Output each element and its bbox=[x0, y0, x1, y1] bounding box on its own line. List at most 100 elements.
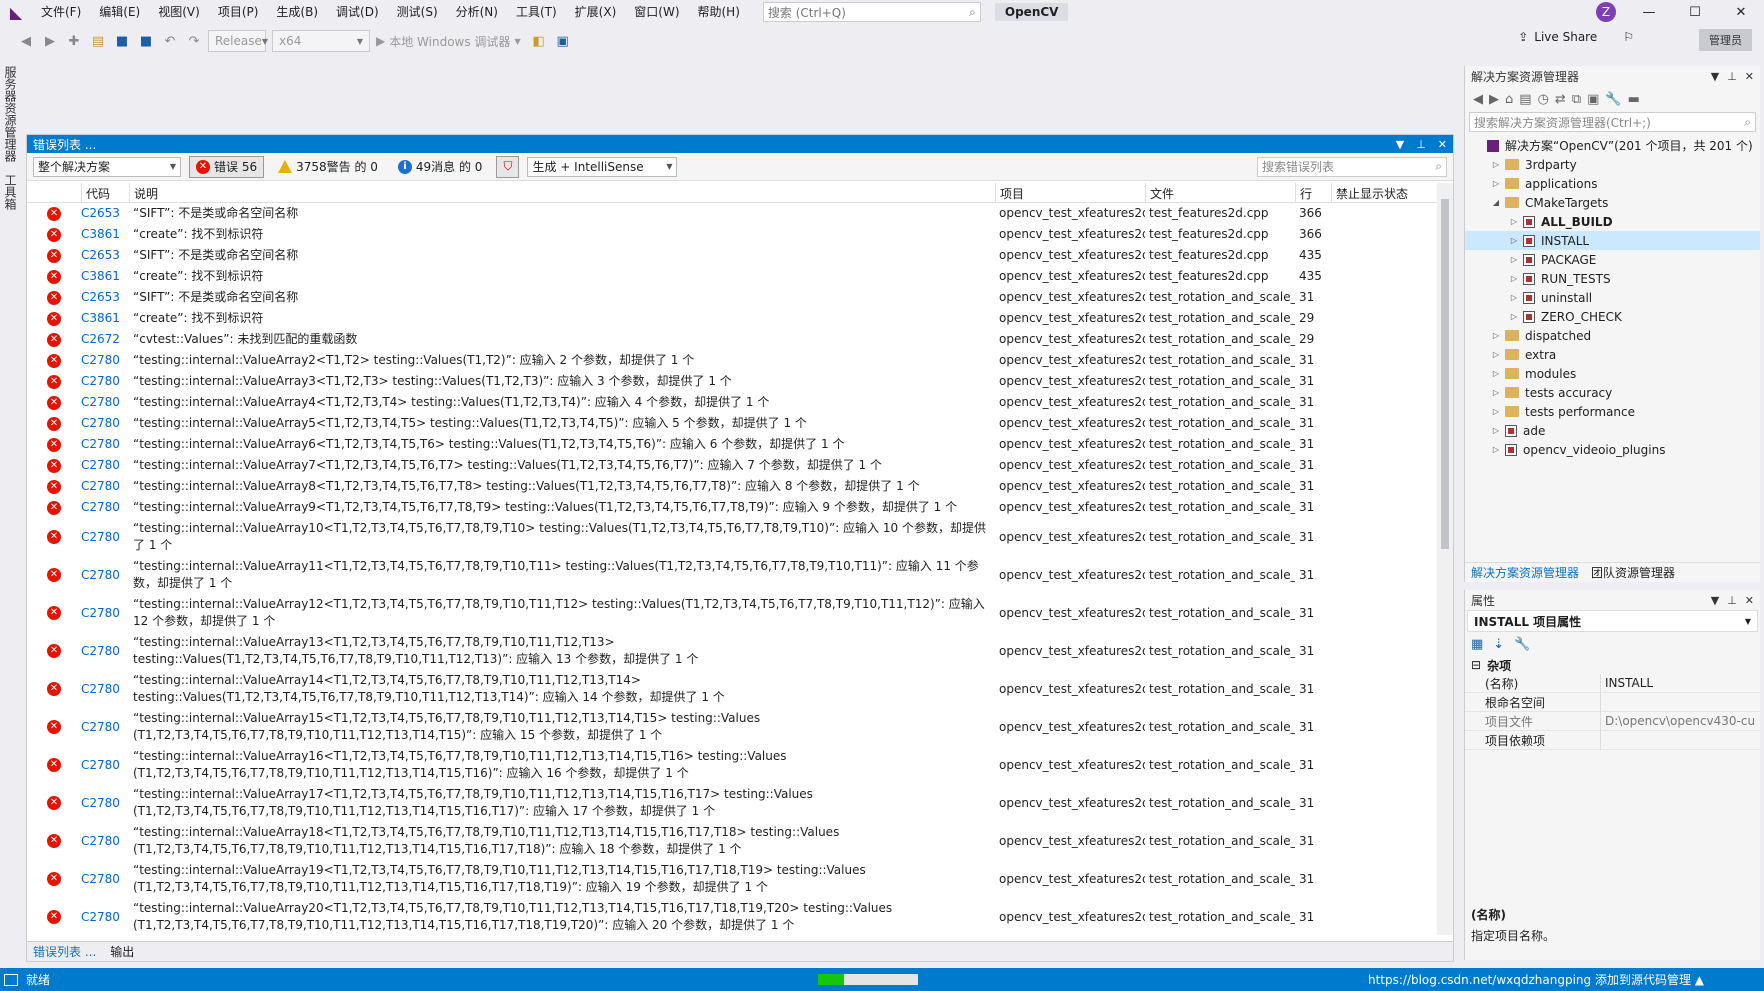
feedback-icon[interactable]: ⚐ bbox=[1623, 30, 1634, 44]
error-code-link[interactable]: C3861 bbox=[81, 266, 129, 287]
table-row[interactable]: ✕ C2780 “testing::internal::ValueArray17<T… bbox=[27, 784, 1439, 822]
expand-arrow-icon[interactable]: ▷ bbox=[1489, 350, 1503, 359]
col-project-header[interactable]: 项目 bbox=[995, 183, 1145, 202]
tree-node[interactable]: ◢ CMakeTargets bbox=[1465, 193, 1760, 212]
close-panel-icon[interactable]: ✕ bbox=[1745, 70, 1754, 83]
start-debugging-button[interactable]: ▶ 本地 Windows 调试器 ▼ bbox=[376, 33, 521, 50]
table-row[interactable]: ✕ C2780 “testing::internal::ValueArray6<T1… bbox=[27, 434, 1439, 455]
save-icon[interactable]: ■ bbox=[112, 31, 132, 51]
tree-node[interactable]: ▷ ade bbox=[1465, 421, 1760, 440]
table-row[interactable]: ✕ C2653 “SIFT”: 不是类或命名空间名称 opencv_test_xfea… bbox=[27, 203, 1439, 224]
error-code-link[interactable]: C2653 bbox=[81, 287, 129, 308]
tab-solution-explorer[interactable]: 解决方案资源管理器 bbox=[1471, 564, 1579, 581]
error-code-link[interactable]: C2780 bbox=[81, 860, 129, 898]
warnings-filter-toggle[interactable]: 3758警告 的 0 bbox=[272, 156, 384, 178]
error-code-link[interactable]: C2780 bbox=[81, 455, 129, 476]
col-desc-header[interactable]: 说明 bbox=[129, 183, 995, 202]
error-code-link[interactable]: C2780 bbox=[81, 822, 129, 860]
error-code-link[interactable]: C2780 bbox=[81, 594, 129, 632]
table-row[interactable]: ✕ C2780 “testing::internal::ValueArray5<T1… bbox=[27, 413, 1439, 434]
tab-error-list[interactable]: 错误列表 ... bbox=[33, 943, 96, 960]
sync-icon[interactable]: ⇄ bbox=[1555, 92, 1566, 107]
source-select[interactable]: 生成 + IntelliSense ▼ bbox=[527, 156, 678, 177]
table-row[interactable]: ✕ C2780 “testing::internal::ValueArray16<T… bbox=[27, 746, 1439, 784]
error-code-link[interactable]: C2780 bbox=[81, 556, 129, 594]
tree-node[interactable]: ▷ uninstall bbox=[1465, 288, 1760, 307]
error-code-link[interactable]: C2780 bbox=[81, 708, 129, 746]
error-code-link[interactable]: C2780 bbox=[81, 632, 129, 670]
tab-output[interactable]: 输出 bbox=[110, 943, 134, 960]
table-row[interactable]: ✕ C2780 “testing::internal::ValueArray15<T… bbox=[27, 708, 1439, 746]
preview-icon[interactable]: ▬ bbox=[1628, 92, 1640, 107]
table-row[interactable]: ✕ C2780 “testing::internal::ValueArray19<T… bbox=[27, 860, 1439, 898]
table-row[interactable]: ✕ C2780 “testing::internal::ValueArray14<T… bbox=[27, 670, 1439, 708]
expand-arrow-icon[interactable]: ▷ bbox=[1507, 293, 1521, 302]
property-value[interactable] bbox=[1601, 731, 1760, 750]
col-code-header[interactable]: 代码 bbox=[81, 183, 129, 202]
history-icon[interactable]: ◷ bbox=[1538, 92, 1549, 107]
property-value[interactable]: D:\opencv\opencv430-cu bbox=[1601, 712, 1760, 731]
quick-search-input[interactable]: 搜索 (Ctrl+Q) ⌕ bbox=[762, 2, 981, 22]
property-row[interactable]: (名称) INSTALL bbox=[1465, 674, 1760, 693]
error-code-link[interactable]: C2780 bbox=[81, 371, 129, 392]
table-row[interactable]: ✕ C3861 “create”: 找不到标识符 opencv_test_xfeatu… bbox=[27, 308, 1439, 329]
undo-icon[interactable]: ↶ bbox=[160, 31, 180, 51]
table-row[interactable]: ✕ C2780 “testing::internal::ValueArray11<T… bbox=[27, 556, 1439, 594]
table-row[interactable]: ✕ C2780 “testing::internal::ValueArray7<T1… bbox=[27, 455, 1439, 476]
scrollbar-thumb[interactable] bbox=[1441, 199, 1449, 549]
expand-arrow-icon[interactable]: ◢ bbox=[1489, 198, 1503, 207]
col-line-header[interactable]: 行 bbox=[1295, 183, 1331, 202]
server-explorer-tab[interactable]: 服务器资源管理器 bbox=[0, 60, 21, 168]
expand-arrow-icon[interactable]: ▷ bbox=[1507, 312, 1521, 321]
scope-select[interactable]: 整个解决方案 ▼ bbox=[33, 156, 181, 177]
error-code-link[interactable]: C2780 bbox=[81, 898, 129, 935]
back-icon[interactable]: ◀ bbox=[1473, 92, 1483, 107]
menu-item[interactable]: 窗口(W) bbox=[625, 0, 688, 24]
error-code-link[interactable]: C2780 bbox=[81, 392, 129, 413]
back-icon[interactable]: ◀ bbox=[16, 31, 36, 51]
error-code-link[interactable]: C2780 bbox=[81, 476, 129, 497]
source-control-status[interactable]: https://blog.csdn.net/wxqdzhangping 添加到源… bbox=[1368, 971, 1704, 988]
error-code-link[interactable]: C3861 bbox=[81, 224, 129, 245]
maximize-icon[interactable]: ☐ bbox=[1672, 5, 1718, 20]
close-panel-icon[interactable]: ✕ bbox=[1745, 594, 1754, 607]
tree-node[interactable]: ▷ 3rdparty bbox=[1465, 155, 1760, 174]
alphabetical-icon[interactable]: ⇣ bbox=[1493, 637, 1504, 652]
forward-icon[interactable]: ▶ bbox=[40, 31, 60, 51]
tree-node[interactable]: ▷ opencv_videoio_plugins bbox=[1465, 440, 1760, 459]
property-row[interactable]: 项目依赖项 bbox=[1465, 731, 1760, 750]
error-list-scrollbar[interactable] bbox=[1437, 183, 1453, 935]
pin-icon[interactable]: ⊥ bbox=[1727, 70, 1737, 83]
table-row[interactable]: ✕ C2780 “testing::internal::ValueArray10<T… bbox=[27, 518, 1439, 556]
expand-arrow-icon[interactable]: ▷ bbox=[1489, 388, 1503, 397]
toolbox-tab[interactable]: 工具箱 bbox=[0, 168, 21, 216]
error-code-link[interactable]: C2653 bbox=[81, 245, 129, 266]
error-code-link[interactable]: C2780 bbox=[81, 350, 129, 371]
error-code-link[interactable]: C2780 bbox=[81, 413, 129, 434]
tree-node[interactable]: ▷ ALL_BUILD bbox=[1465, 212, 1760, 231]
expand-arrow-icon[interactable]: ▷ bbox=[1507, 217, 1521, 226]
open-file-icon[interactable]: ▤ bbox=[88, 31, 108, 51]
menu-item[interactable]: 视图(V) bbox=[149, 0, 209, 24]
tree-node[interactable]: ▷ extra bbox=[1465, 345, 1760, 364]
property-object-select[interactable]: INSTALL 项目属性 ▼ bbox=[1467, 610, 1758, 632]
expand-arrow-icon[interactable]: ▷ bbox=[1507, 236, 1521, 245]
col-file-header[interactable]: 文件 bbox=[1145, 183, 1295, 202]
account-avatar[interactable]: Z bbox=[1596, 2, 1616, 22]
menu-item[interactable]: 测试(S) bbox=[388, 0, 447, 24]
expand-arrow-icon[interactable]: ▷ bbox=[1489, 407, 1503, 416]
table-row[interactable]: ✕ C2780 “testing::internal::ValueArray18<T… bbox=[27, 822, 1439, 860]
tree-node[interactable]: ▷ PACKAGE bbox=[1465, 250, 1760, 269]
close-panel-icon[interactable]: ✕ bbox=[1438, 138, 1447, 151]
dropdown-icon[interactable]: ▼ bbox=[1711, 594, 1719, 607]
error-code-link[interactable]: C2672 bbox=[81, 329, 129, 350]
property-value[interactable] bbox=[1601, 693, 1760, 712]
table-row[interactable]: ✕ C2780 “testing::internal::ValueArray4<T1… bbox=[27, 392, 1439, 413]
minimize-icon[interactable]: — bbox=[1626, 5, 1672, 20]
pin-icon[interactable]: ⊥ bbox=[1416, 138, 1426, 151]
menu-item[interactable]: 分析(N) bbox=[447, 0, 507, 24]
live-share-button[interactable]: ⇪ Live Share ⚐ bbox=[1518, 30, 1634, 44]
table-row[interactable]: ✕ C2780 “testing::internal::ValueArray8<T1… bbox=[27, 476, 1439, 497]
error-code-link[interactable]: C2653 bbox=[81, 203, 129, 224]
menu-item[interactable]: 帮助(H) bbox=[689, 0, 749, 24]
